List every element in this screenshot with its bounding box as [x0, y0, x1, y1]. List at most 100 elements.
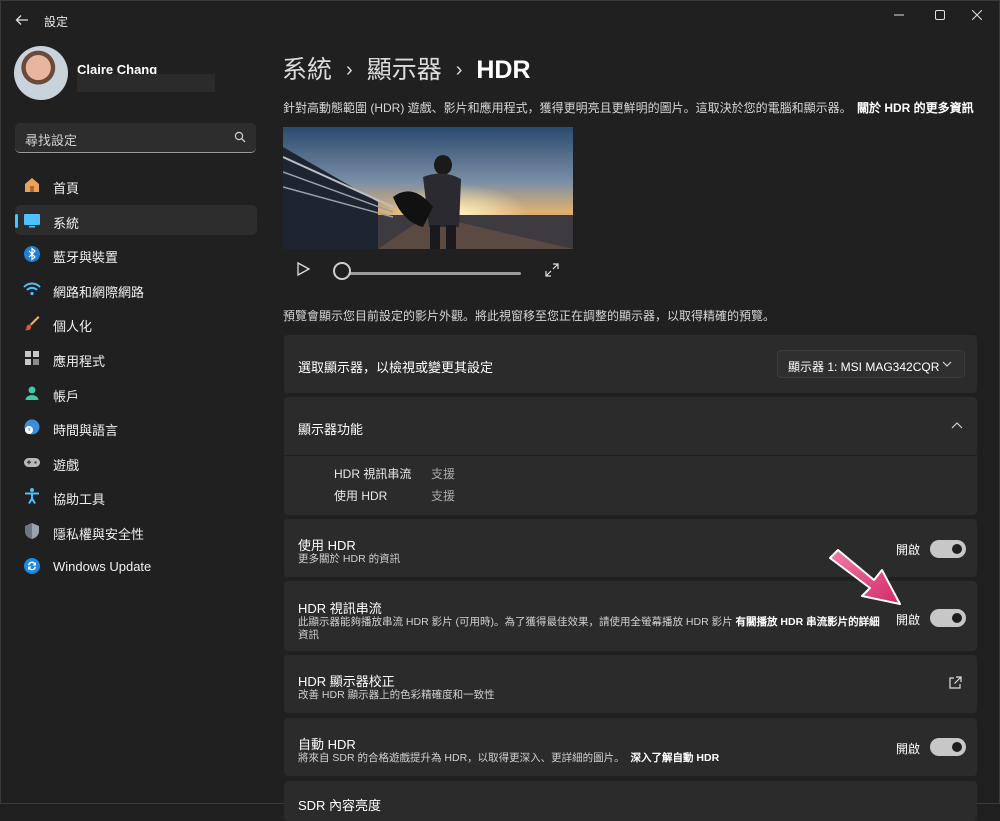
- fullscreen-button[interactable]: [545, 263, 559, 282]
- search-input[interactable]: 尋找設定: [15, 123, 256, 153]
- display-select-label: 選取顯示器，以檢視或變更其設定: [298, 360, 494, 375]
- profile-email-redacted: [77, 74, 215, 92]
- video-frame-image: [283, 127, 573, 249]
- sidebar-item-windows-update[interactable]: Windows Update: [15, 551, 257, 581]
- maximize-icon: [935, 10, 945, 20]
- sidebar-item-personalization[interactable]: 個人化: [15, 308, 257, 338]
- capability-row: 使用 HDR: [334, 487, 387, 504]
- search-placeholder: 尋找設定: [25, 133, 78, 148]
- sidebar-item-label: 遊戲: [53, 457, 80, 473]
- time-language-icon: [24, 419, 40, 435]
- page-title: HDR: [476, 56, 531, 84]
- sidebar-item-label: 首頁: [53, 181, 80, 196]
- intro-text: 針對高動態範圍 (HDR) 遊戲、影片和應用程式，獲得更明亮且更鮮明的圖片。這取…: [283, 101, 852, 115]
- hdr-preview-video: [283, 127, 573, 249]
- sidebar-item-apps[interactable]: 應用程式: [15, 343, 257, 373]
- close-icon: [972, 10, 982, 20]
- account-icon: [25, 386, 39, 400]
- capability-name: HDR 視訊串流: [334, 467, 412, 481]
- capabilities-body: HDR 視訊串流 支援 使用 HDR 支援: [284, 456, 977, 515]
- gamepad-icon: [24, 457, 40, 467]
- sidebar-item-home[interactable]: 首頁: [15, 170, 257, 200]
- seek-thumb[interactable]: [333, 262, 351, 280]
- annotation-arrow-icon: [829, 549, 901, 605]
- sdr-brightness-title: SDR 內容亮度: [298, 798, 382, 813]
- shield-icon: [25, 522, 39, 539]
- close-button[interactable]: [954, 0, 1000, 30]
- sidebar-item-label: 帳戶: [53, 388, 80, 404]
- display-select-card: 選取顯示器，以檢視或變更其設定 顯示器 1: MSI MAG342CQR: [284, 335, 977, 393]
- sidebar-item-bluetooth[interactable]: 藍牙與裝置: [15, 239, 257, 269]
- open-external-icon: [949, 676, 962, 689]
- title-bar: 設定: [0, 0, 1000, 40]
- hdr-calibration-card[interactable]: HDR 顯示器校正 改善 HDR 顯示器上的色彩精確度和一致性: [284, 655, 977, 713]
- sidebar-item-label: 協助工具: [53, 492, 106, 508]
- capabilities-title: 顯示器功能: [298, 422, 364, 437]
- display-dropdown[interactable]: 顯示器 1: MSI MAG342CQR: [777, 350, 965, 378]
- play-button[interactable]: [295, 261, 311, 282]
- seek-bar[interactable]: [339, 272, 521, 275]
- sidebar-item-accessibility[interactable]: 協助工具: [15, 481, 257, 511]
- windows-update-icon: [24, 557, 40, 574]
- accessibility-icon: [25, 488, 39, 505]
- sidebar-item-label: Windows Update: [53, 558, 152, 574]
- use-hdr-toggle[interactable]: [930, 540, 966, 558]
- wifi-icon: [23, 282, 41, 295]
- sidebar-item-label: 網路和網際網路: [53, 284, 145, 300]
- search-icon: [234, 131, 246, 143]
- minimize-icon: [894, 14, 904, 16]
- capability-row-value: 支援: [431, 465, 455, 482]
- use-hdr-subtitle-link[interactable]: 更多關於 HDR 的資訊: [298, 551, 400, 566]
- display-dropdown-value: 顯示器 1: MSI MAG342CQR: [788, 360, 940, 374]
- capability-row: HDR 視訊串流: [334, 465, 411, 482]
- auto-hdr-state: 開啟: [896, 742, 921, 756]
- hdr-streaming-link[interactable]: 有關播放 HDR 串流影片的詳細: [736, 616, 880, 628]
- breadcrumb-separator: ›: [346, 59, 353, 81]
- hdr-info-link[interactable]: 關於 HDR 的更多資訊: [857, 99, 974, 116]
- auto-hdr-link[interactable]: 深入了解自動 HDR: [631, 752, 720, 764]
- sidebar-nav: 首頁 系統 藍牙與裝置 網路和網際網路 個人化 應用程式 帳戶 時間與語言 遊戲…: [15, 170, 257, 585]
- breadcrumb-system[interactable]: 系統: [282, 56, 332, 84]
- chevron-down-icon: [942, 361, 952, 367]
- bluetooth-icon: [24, 246, 40, 263]
- app-title: 設定: [44, 15, 69, 29]
- apps-icon: [25, 350, 39, 365]
- sidebar-item-label: 系統: [53, 215, 80, 231]
- minimize-button[interactable]: [876, 0, 922, 30]
- capabilities-header[interactable]: 顯示器功能: [284, 397, 977, 455]
- capability-value: 支援: [431, 467, 456, 481]
- hdr-streaming-toggle[interactable]: [930, 609, 966, 627]
- breadcrumb: 系統 › 顯示器 › HDR: [282, 50, 531, 86]
- hdr-streaming-state: 開啟: [896, 613, 921, 627]
- sidebar-item-label: 應用程式: [53, 353, 106, 369]
- chevron-up-icon: [951, 422, 963, 429]
- auto-hdr-subtitle: 將來自 SDR 的合格遊戲提升為 HDR，以取得更深入、更詳細的圖片。: [298, 752, 625, 764]
- sidebar-item-gaming[interactable]: 遊戲: [15, 447, 257, 477]
- hdr-streaming-desc: 此顯示器能夠播放串流 HDR 影片 (可用時)。為了獲得最佳效果，請使用全螢幕播…: [298, 614, 880, 629]
- breadcrumb-separator: ›: [455, 59, 463, 81]
- sidebar-item-privacy[interactable]: 隱私權與安全性: [15, 516, 257, 546]
- sdr-brightness-card[interactable]: SDR 內容亮度: [284, 781, 977, 821]
- hdr-streaming-subtitle: 此顯示器能夠播放串流 HDR 影片 (可用時)。為了獲得最佳效果，請使用全螢幕播…: [298, 616, 733, 628]
- capability-value: 支援: [431, 489, 456, 503]
- sidebar-item-accounts[interactable]: 帳戶: [15, 378, 257, 408]
- hdr-streaming-link-cont[interactable]: 資訊: [298, 627, 319, 642]
- preview-note: 預覽會顯示您目前設定的影片外觀。將此視窗移至您正在調整的顯示器，以取得精確的預覽…: [283, 309, 776, 323]
- back-button[interactable]: [10, 8, 34, 32]
- sidebar-item-system[interactable]: 系統: [15, 204, 257, 235]
- home-icon: [25, 178, 39, 192]
- hdr-calibration-subtitle: 改善 HDR 顯示器上的色彩精確度和一致性: [298, 689, 495, 701]
- sidebar-item-label: 時間與語言: [53, 423, 119, 439]
- capability-name: 使用 HDR: [334, 489, 388, 503]
- system-icon: [24, 213, 40, 228]
- auto-hdr-card: 自動 HDR 將來自 SDR 的合格遊戲提升為 HDR，以取得更深入、更詳細的圖…: [284, 718, 977, 776]
- breadcrumb-display[interactable]: 顯示器: [367, 56, 442, 84]
- sidebar-item-network[interactable]: 網路和網際網路: [15, 274, 257, 304]
- play-icon: [297, 261, 311, 277]
- sidebar-item-label: 藍牙與裝置: [53, 250, 119, 266]
- sidebar-item-label: 隱私權與安全性: [53, 526, 145, 542]
- sidebar-item-time-language[interactable]: 時間與語言: [15, 412, 257, 442]
- auto-hdr-toggle[interactable]: [930, 738, 966, 756]
- sidebar-item-label: 個人化: [53, 319, 93, 335]
- avatar: [14, 46, 68, 100]
